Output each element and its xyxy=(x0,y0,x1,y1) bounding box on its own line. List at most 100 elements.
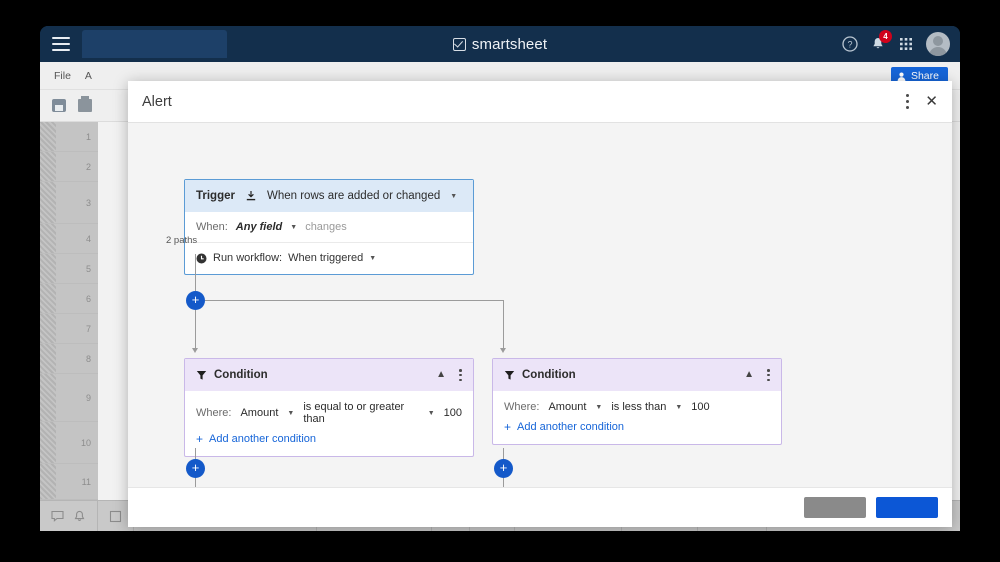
menu-item-automation[interactable]: A xyxy=(85,70,92,82)
trigger-when-field[interactable]: Any field xyxy=(236,221,282,233)
chevron-down-icon[interactable]: ▼ xyxy=(595,404,602,411)
row-header[interactable]: 8 xyxy=(40,344,98,374)
trigger-label: Trigger xyxy=(196,190,235,202)
chevron-down-icon[interactable]: ▼ xyxy=(369,255,376,262)
save-button[interactable] xyxy=(876,497,938,518)
row-header[interactable]: 11 xyxy=(40,464,98,500)
menu-item-file[interactable]: File xyxy=(54,70,71,82)
condition-header-actions: ▲ xyxy=(436,369,462,381)
row-header[interactable]: 9 xyxy=(40,374,98,422)
add-step-button-branch[interactable]: + xyxy=(186,291,205,310)
chevron-down-icon[interactable]: ▼ xyxy=(428,410,435,417)
row-drag-handle[interactable] xyxy=(40,224,56,253)
chevron-down-icon[interactable]: ▼ xyxy=(450,193,457,200)
trigger-card[interactable]: Trigger When rows are added or changed ▼… xyxy=(184,179,474,275)
row-header[interactable]: 7 xyxy=(40,314,98,344)
condition-title: Condition xyxy=(214,369,268,381)
connector-right-to-next-lower xyxy=(503,478,504,487)
chevron-down-icon[interactable]: ▼ xyxy=(290,224,297,231)
condition-value[interactable]: 100 xyxy=(691,401,709,413)
trigger-run-value[interactable]: When triggered xyxy=(288,252,363,264)
trigger-import-icon xyxy=(245,190,257,202)
save-icon[interactable] xyxy=(52,99,66,112)
row-drag-handle[interactable] xyxy=(40,254,56,283)
connector-branch-left-vertical xyxy=(195,310,196,348)
top-navigation-bar: smartsheet ? 4 xyxy=(40,26,960,62)
cancel-button[interactable] xyxy=(804,497,866,518)
modal-header-actions: ✕ xyxy=(906,94,938,109)
add-another-condition-label: Add another condition xyxy=(209,433,316,445)
card-view-icon[interactable] xyxy=(109,510,122,523)
comment-icon[interactable] xyxy=(51,510,64,523)
condition-operator[interactable]: is equal to or greater than xyxy=(303,401,418,425)
add-another-condition-button[interactable]: + Add another condition xyxy=(493,413,781,444)
row-number: 1 xyxy=(86,132,91,142)
row-number: 4 xyxy=(86,234,91,244)
condition-header-actions: ▲ xyxy=(744,369,770,381)
kebab-menu-icon[interactable] xyxy=(767,369,770,381)
row-drag-handle[interactable] xyxy=(40,284,56,313)
condition-operator[interactable]: is less than xyxy=(611,401,666,413)
row-header[interactable]: 5 xyxy=(40,254,98,284)
add-another-condition-label: Add another condition xyxy=(517,421,624,433)
clock-icon xyxy=(196,253,207,264)
row-number: 9 xyxy=(86,393,91,403)
workflow-canvas: Trigger When rows are added or changed ▼… xyxy=(128,123,952,487)
chevron-up-icon[interactable]: ▲ xyxy=(436,370,446,380)
condition-where-label: Where: xyxy=(196,407,231,419)
trigger-when-row: When: Any field ▼ changes xyxy=(185,212,473,243)
row-header[interactable]: 4 xyxy=(40,224,98,254)
row-drag-handle[interactable] xyxy=(40,152,56,181)
help-circle-icon[interactable]: ? xyxy=(842,36,858,52)
notification-badge: 4 xyxy=(879,30,892,43)
modal-header: Alert ✕ xyxy=(128,81,952,123)
row-header[interactable]: 6 xyxy=(40,284,98,314)
condition-field[interactable]: Amount xyxy=(548,401,586,413)
row-header[interactable]: 10 xyxy=(40,422,98,464)
row-drag-handle[interactable] xyxy=(40,182,56,223)
close-icon[interactable]: ✕ xyxy=(925,94,938,109)
condition-value[interactable]: 100 xyxy=(444,407,462,419)
row-drag-handle[interactable] xyxy=(40,422,56,463)
hamburger-icon[interactable] xyxy=(52,37,70,51)
chevron-down-icon[interactable]: ▼ xyxy=(675,404,682,411)
row-header[interactable]: 2 xyxy=(40,152,98,182)
nav-active-tab[interactable] xyxy=(82,30,227,58)
add-step-button-left[interactable]: + xyxy=(186,459,205,478)
chevron-up-icon[interactable]: ▲ xyxy=(744,370,754,380)
condition-field[interactable]: Amount xyxy=(240,407,278,419)
filter-funnel-icon xyxy=(196,370,207,381)
row-drag-handle[interactable] xyxy=(40,464,56,499)
bell-icon[interactable]: 4 xyxy=(870,36,886,52)
row-header[interactable]: 1 xyxy=(40,122,98,152)
row-number: 3 xyxy=(86,198,91,208)
row-drag-handle[interactable] xyxy=(40,344,56,373)
trigger-run-row: Run workflow: When triggered ▼ xyxy=(185,243,473,274)
row-drag-handle[interactable] xyxy=(40,122,56,151)
row-header[interactable]: 3 xyxy=(40,182,98,224)
chevron-down-icon[interactable]: ▼ xyxy=(287,410,294,417)
condition-card-left[interactable]: Condition ▲ Where: Amount ▼ is equal to … xyxy=(184,358,474,457)
condition-card-right[interactable]: Condition ▲ Where: Amount ▼ is less than… xyxy=(492,358,782,445)
add-step-button-right[interactable]: + xyxy=(494,459,513,478)
add-another-condition-button[interactable]: + Add another condition xyxy=(185,425,473,456)
plus-icon: + xyxy=(504,421,511,433)
bell-icon[interactable] xyxy=(73,510,86,523)
connector-left-to-next-lower xyxy=(195,478,196,487)
user-avatar[interactable] xyxy=(926,32,950,56)
trigger-when-suffix: changes xyxy=(305,221,347,233)
status-segment-views[interactable] xyxy=(40,501,98,532)
kebab-menu-icon[interactable] xyxy=(906,94,909,109)
app-window: smartsheet ? 4 File A Share xyxy=(40,26,960,531)
grid-apps-icon[interactable] xyxy=(898,36,914,52)
row-number: 6 xyxy=(86,294,91,304)
row-number: 10 xyxy=(81,438,91,448)
kebab-menu-icon[interactable] xyxy=(459,369,462,381)
modal-footer xyxy=(128,487,952,527)
condition-card-header: Condition ▲ xyxy=(185,359,473,391)
trigger-type-value[interactable]: When rows are added or changed xyxy=(267,190,440,202)
print-icon[interactable] xyxy=(78,99,92,112)
row-drag-handle[interactable] xyxy=(40,374,56,421)
nav-right-icons: ? 4 xyxy=(842,26,950,62)
row-drag-handle[interactable] xyxy=(40,314,56,343)
